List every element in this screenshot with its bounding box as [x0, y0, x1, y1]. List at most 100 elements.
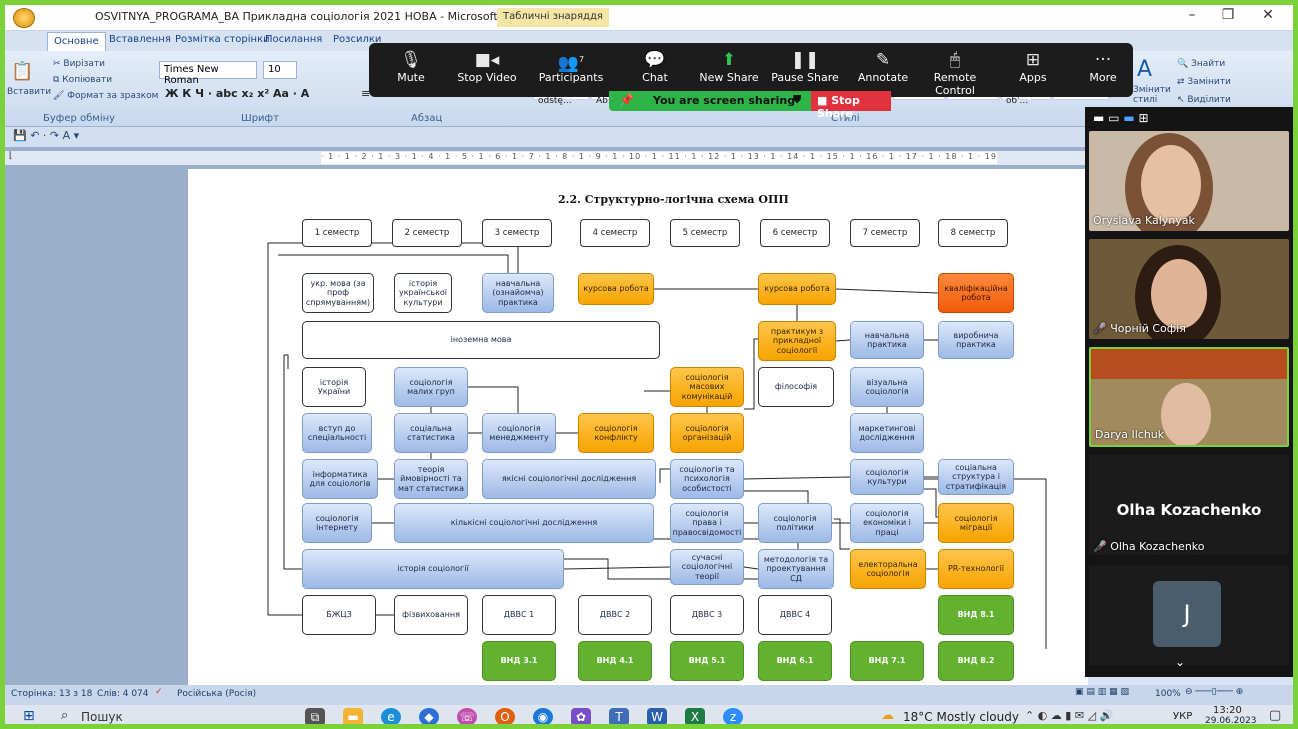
copy-button[interactable]: ⧉ Копіювати — [53, 75, 112, 85]
minimize-icon[interactable]: – — [1177, 7, 1207, 23]
semester-6-header: 6 семестр — [760, 219, 830, 247]
stop-share-button[interactable]: ■ Stop Share — [811, 91, 891, 120]
diagram-box-vnd51: ВНД 5.1 — [670, 641, 744, 681]
zoom-new-share-button[interactable]: ⬆ New Share — [689, 49, 769, 84]
viber-icon[interactable]: ☏ — [457, 708, 477, 724]
search-icon[interactable]: ⌕ — [61, 708, 68, 723]
find-button[interactable]: 🔍 Знайти — [1177, 59, 1225, 69]
app-icon[interactable]: ◆ — [419, 708, 439, 724]
weather-text[interactable]: 18°C Mostly cloudy — [903, 710, 1019, 724]
participant-name-muted: 🎤̸ Olha Kozachenko — [1093, 540, 1205, 553]
windows-start-icon[interactable]: ⊞ — [23, 708, 35, 724]
clipboard-group-label: Буфер обміну — [43, 113, 116, 124]
video-tile-3[interactable]: Darya Ilchuk — [1089, 347, 1289, 447]
diagram-box-soc-kultury: соціологія культури — [850, 459, 924, 495]
font-size-select[interactable]: 10 — [263, 61, 297, 79]
zoom-remote-control-button[interactable]: 🖱 Remote Control — [915, 49, 995, 97]
edge-icon[interactable]: e — [381, 708, 401, 724]
office-button[interactable] — [13, 8, 35, 28]
view-buttons[interactable]: ▣ ▤ ▥ ▦ ▧ — [1075, 687, 1129, 697]
notification-icon[interactable]: ▢ — [1269, 708, 1281, 723]
quick-access-toolbar[interactable]: 💾 ↶ · ↷ A ▾ — [5, 127, 1085, 147]
cut-button[interactable]: ✂ Вирізати — [53, 59, 105, 69]
diagram-box-kursova1: курсова робота — [578, 273, 654, 305]
clock-date[interactable]: 29.06.2023 — [1205, 716, 1257, 724]
spellcheck-icon[interactable]: ✓ — [155, 687, 163, 697]
diagram-box-soc-statystyka: соціальна статистика — [394, 413, 468, 453]
tab-insert[interactable]: Вставлення — [109, 34, 171, 45]
chrome-icon[interactable]: ◉ — [533, 708, 553, 724]
zoom-slider[interactable]: ⊖ ───▯─── ⊕ — [1185, 687, 1243, 697]
paste-icon[interactable]: 📋 — [11, 61, 33, 82]
participant-big-name: Olha Kozachenko — [1116, 501, 1262, 519]
window-title: OSVITNYA_PROGRAMA_BA Прикладна соціологі… — [95, 10, 530, 23]
file-explorer-icon[interactable]: ▬ — [343, 708, 363, 724]
video-tile-2[interactable]: 🎤̸ Чорній Софія — [1089, 239, 1289, 339]
participant-avatar: J — [1153, 581, 1221, 647]
semester-4-header: 4 семестр — [580, 219, 650, 247]
mouse-icon: 🖱 — [949, 50, 961, 70]
word-icon[interactable]: W — [647, 708, 667, 724]
teams-icon[interactable]: T — [609, 708, 629, 724]
zoom-mute-button[interactable]: 🎙 Mute — [371, 49, 451, 84]
tab-home[interactable]: Основне — [47, 32, 106, 51]
change-styles-button[interactable]: Змінити стилі — [1133, 85, 1171, 105]
zoom-level[interactable]: 100% — [1155, 689, 1181, 699]
word-count[interactable]: Слів: 4 074 — [97, 689, 149, 699]
diagram-box-kursova2: курсова робота — [758, 273, 836, 305]
taskbar-search[interactable]: Пошук — [81, 710, 123, 724]
diagram-box-soc-konfliktu: соціологія конфлікту — [578, 413, 654, 453]
video-tile-5[interactable]: J — [1089, 565, 1289, 665]
select-button[interactable]: ↖ Виділити — [1177, 95, 1231, 105]
zoom-pause-share-button[interactable]: ❚❚ Pause Share — [765, 49, 845, 84]
language-indicator[interactable]: Російська (Росія) — [177, 689, 256, 699]
format-painter-button[interactable]: 🖌 Формат за зразком — [53, 91, 158, 101]
panel-collapse-icon[interactable]: ⌄ — [1175, 655, 1185, 669]
video-tile-1[interactable]: Oryslava Kalynyak — [1089, 131, 1289, 231]
photos-icon[interactable]: ✿ — [571, 708, 591, 724]
restore-icon[interactable]: ❐ — [1213, 7, 1243, 23]
semester-8-header: 8 семестр — [938, 219, 1008, 247]
format-painter-label: Формат за зразком — [67, 91, 159, 101]
diagram-box-dvvs1: ДВВС 1 — [482, 595, 556, 635]
zoom-annotate-button[interactable]: ✎ Annotate — [843, 49, 923, 84]
participant-name: Oryslava Kalynyak — [1093, 214, 1195, 227]
system-tray-icons[interactable]: ⌃ ◐ ☁ ▮ ✉ ◿ 🔊 — [1025, 709, 1113, 722]
connector-line — [278, 254, 509, 273]
replace-button[interactable]: ⇄ Замінити — [1177, 77, 1231, 87]
font-format-buttons[interactable]: Ж К Ч · abc x₂ x² Aa · A — [165, 87, 309, 100]
participant-name: Darya Ilchuk — [1095, 428, 1165, 441]
semester-3-header: 3 семестр — [482, 219, 552, 247]
connector-line — [835, 288, 939, 294]
zoom-stop-video-button[interactable]: ■◂ Stop Video — [447, 49, 527, 84]
zoom-participants-button[interactable]: 👥7 Participants — [531, 49, 611, 84]
document-page[interactable]: 2.2. Структурно-логічна схема ОПП 1 семе… — [188, 169, 1088, 689]
diagram-box-vnd41: ВНД 4.1 — [578, 641, 652, 681]
tab-page-layout[interactable]: Розмітка сторінки — [175, 34, 270, 45]
tab-selector[interactable]: ⌊ — [9, 151, 13, 161]
paste-button[interactable]: Вставити — [7, 87, 51, 97]
diagram-box-vnd61: ВНД 6.1 — [758, 641, 832, 681]
zoom-apps-button[interactable]: ⊞ Apps — [993, 49, 1073, 84]
excel-icon[interactable]: X — [685, 708, 705, 724]
zoom-app-icon[interactable]: z — [723, 708, 743, 724]
video-tile-4[interactable]: Olha Kozachenko 🎤̸ Olha Kozachenko — [1089, 455, 1289, 555]
keyboard-language[interactable]: УКР — [1173, 711, 1192, 722]
task-view-icon[interactable]: ⧉ — [305, 708, 325, 724]
close-icon[interactable]: ✕ — [1253, 7, 1283, 23]
zoom-more-button[interactable]: ··· More — [1063, 49, 1143, 84]
diagram-box-istoriya-kultury: історія української культури — [394, 273, 452, 313]
horizontal-ruler: ⌊ · 1 · 1 · 2 · 1 · 3 · 1 · 4 · 1 · 5 · … — [5, 151, 1085, 165]
diagram-box-soc-malykh: соціологія малих груп — [394, 367, 468, 407]
tab-references[interactable]: Посилання — [265, 34, 322, 45]
context-tab-label: Табличні знаряддя — [497, 8, 609, 27]
connector-line — [924, 488, 938, 518]
font-name-select[interactable]: Times New Roman — [159, 61, 257, 86]
zoom-button-label: Pause Share — [771, 71, 839, 84]
opera-icon[interactable]: O — [495, 708, 515, 724]
panel-layout-controls[interactable]: ▬ ▭ ▬ ⊞ — [1093, 111, 1149, 125]
zoom-chat-button[interactable]: 💬 Chat — [615, 49, 695, 84]
page-count[interactable]: Сторінка: 13 з 18 — [11, 689, 92, 699]
clock-time[interactable]: 13:20 — [1213, 705, 1242, 716]
diagram-box-soc-prava: соціологія права і правосвідомості — [670, 503, 744, 543]
